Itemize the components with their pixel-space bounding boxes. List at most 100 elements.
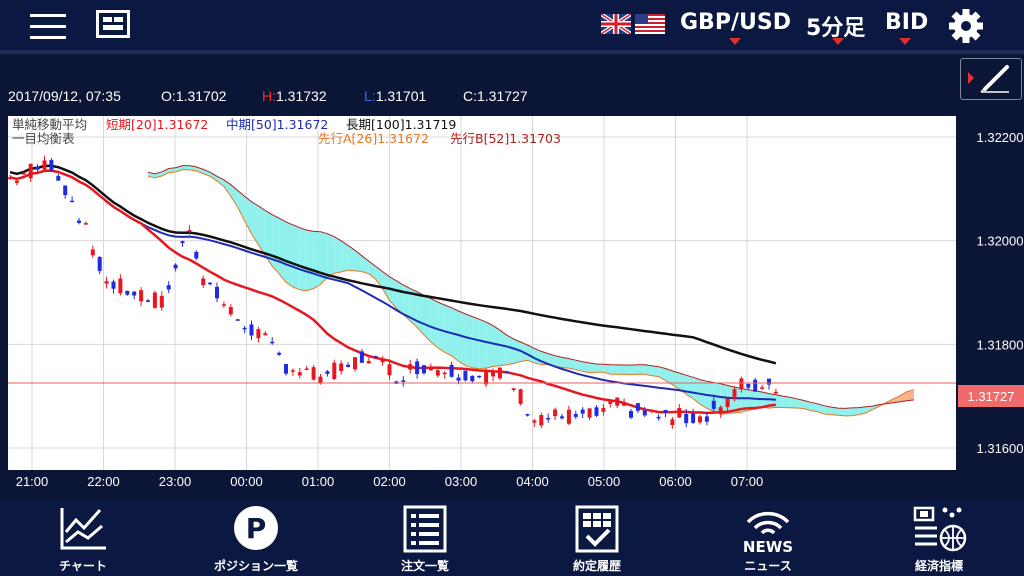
- candle-body: [746, 384, 751, 388]
- cloud-segment: [651, 365, 659, 377]
- x-tick-label: 06:00: [659, 474, 692, 489]
- svg-text:P: P: [246, 512, 267, 545]
- settings-gear-icon[interactable]: [948, 8, 984, 44]
- nav-news[interactable]: NEWS ニュース: [713, 500, 823, 576]
- candle-body: [408, 364, 413, 370]
- ohlc-info-bar: [0, 54, 1024, 116]
- candle-body: [146, 300, 150, 302]
- ohlc-high: H:1.31732: [262, 88, 327, 104]
- candle-body: [194, 251, 199, 259]
- candle-body: [587, 408, 592, 418]
- candle-body: [470, 375, 475, 382]
- plot-area: [8, 116, 956, 470]
- candle-body: [380, 358, 385, 363]
- candle-body: [249, 324, 254, 336]
- candle-body: [491, 371, 495, 377]
- candle-body: [608, 401, 613, 404]
- candle-body: [14, 180, 19, 183]
- price-chart[interactable]: 1.32200 1.32000 1.31800 1.31600 21:00 22:00 2…: [0, 116, 1024, 494]
- candle-body: [677, 408, 682, 418]
- cloud-segment: [299, 227, 307, 291]
- sma-long-legend: 長期[100]1.31719: [346, 117, 456, 132]
- candle-body: [739, 378, 744, 390]
- candle-body: [118, 278, 123, 294]
- candle-body: [132, 291, 137, 296]
- bid-ask-selector[interactable]: BID: [885, 10, 928, 35]
- cloud-segment: [292, 224, 300, 290]
- candle-body: [504, 371, 509, 373]
- candle-body: [718, 407, 723, 414]
- nav-orders[interactable]: 注文一覧: [370, 500, 480, 576]
- candle-body: [573, 413, 578, 417]
- top-bar: GBP/USD 5分足 BID: [0, 0, 1024, 50]
- cloud-segment: [341, 240, 349, 272]
- candle-body: [139, 290, 144, 302]
- candle-body: [366, 360, 371, 364]
- candle-body: [242, 327, 247, 330]
- x-tick-label: 00:00: [230, 474, 263, 489]
- nav-positions[interactable]: P ポジション一覧: [200, 500, 312, 576]
- candle-body: [70, 200, 75, 203]
- candle-body: [594, 407, 599, 416]
- current-price-label: 1.31727: [968, 389, 1015, 404]
- cloud-segment: [631, 364, 638, 375]
- candle-body: [484, 370, 489, 385]
- candle-body: [532, 420, 537, 423]
- nav-news-label: ニュース: [744, 559, 792, 573]
- ichimoku-legend-title: 一目均衡表: [12, 131, 75, 146]
- cloud-segment: [838, 408, 845, 416]
- candle-body: [449, 364, 454, 377]
- drawing-tool-button[interactable]: [960, 58, 1022, 100]
- cloud-segment: [782, 396, 790, 408]
- candle-body: [629, 411, 633, 418]
- cloud-segment: [506, 335, 514, 365]
- candle-body: [228, 307, 233, 315]
- candle-body: [284, 364, 288, 374]
- cloud-segment: [499, 330, 507, 366]
- menu-icon[interactable]: [30, 9, 66, 39]
- cloud-segment: [286, 221, 293, 288]
- pair-dropdown-caret-icon: [729, 38, 741, 45]
- timeframe-dropdown-caret-icon: [832, 38, 844, 45]
- bottom-navigation: チャート P ポジション一覧 注文一覧 約定履歴 NEWS ニュース 経済指標: [0, 500, 1024, 576]
- candle-body: [270, 341, 275, 344]
- news-icon: NEWS: [743, 511, 793, 554]
- candle-body: [35, 166, 40, 170]
- candle-body: [497, 367, 502, 379]
- currency-pair-selector[interactable]: GBP/USD: [680, 10, 791, 35]
- candle-body: [166, 285, 171, 290]
- pencil-icon: [968, 65, 1009, 93]
- cloud-segment: [334, 236, 342, 274]
- economic-indicator-icon: [913, 506, 967, 552]
- sma-legend-title: 単純移動平均: [12, 117, 87, 132]
- candle-body: [63, 185, 68, 196]
- candle-body: [691, 413, 696, 423]
- candle-body: [615, 397, 620, 406]
- candle-body: [346, 364, 351, 367]
- candle-body: [152, 292, 157, 308]
- candle-body: [387, 364, 392, 376]
- candle-body: [21, 173, 26, 175]
- nav-chart-label: チャート: [59, 559, 107, 573]
- sma-mid-legend: 中期[50]1.31672: [226, 117, 328, 132]
- cloud-segment: [624, 364, 631, 375]
- cloud-segment: [610, 364, 618, 375]
- candle-body: [753, 379, 758, 392]
- candle-body: [297, 372, 302, 376]
- candle-body: [428, 366, 433, 371]
- candle-body: [290, 370, 295, 372]
- nav-economic-indicators-label: 経済指標: [914, 559, 963, 573]
- low-label: L:: [364, 88, 376, 104]
- cloud-segment: [444, 304, 452, 356]
- candle-body: [546, 417, 551, 420]
- cloud-segment: [306, 230, 314, 291]
- nav-executions[interactable]: 約定履歴: [542, 500, 652, 576]
- nav-chart[interactable]: チャート: [28, 500, 138, 576]
- candle-body: [221, 304, 226, 306]
- candle-body: [760, 387, 765, 389]
- nav-economic-indicators[interactable]: 経済指標: [884, 500, 994, 576]
- layout-grid-icon[interactable]: [96, 10, 130, 38]
- candle-body: [180, 241, 185, 244]
- candle-body: [422, 365, 426, 374]
- candle-body: [90, 249, 95, 256]
